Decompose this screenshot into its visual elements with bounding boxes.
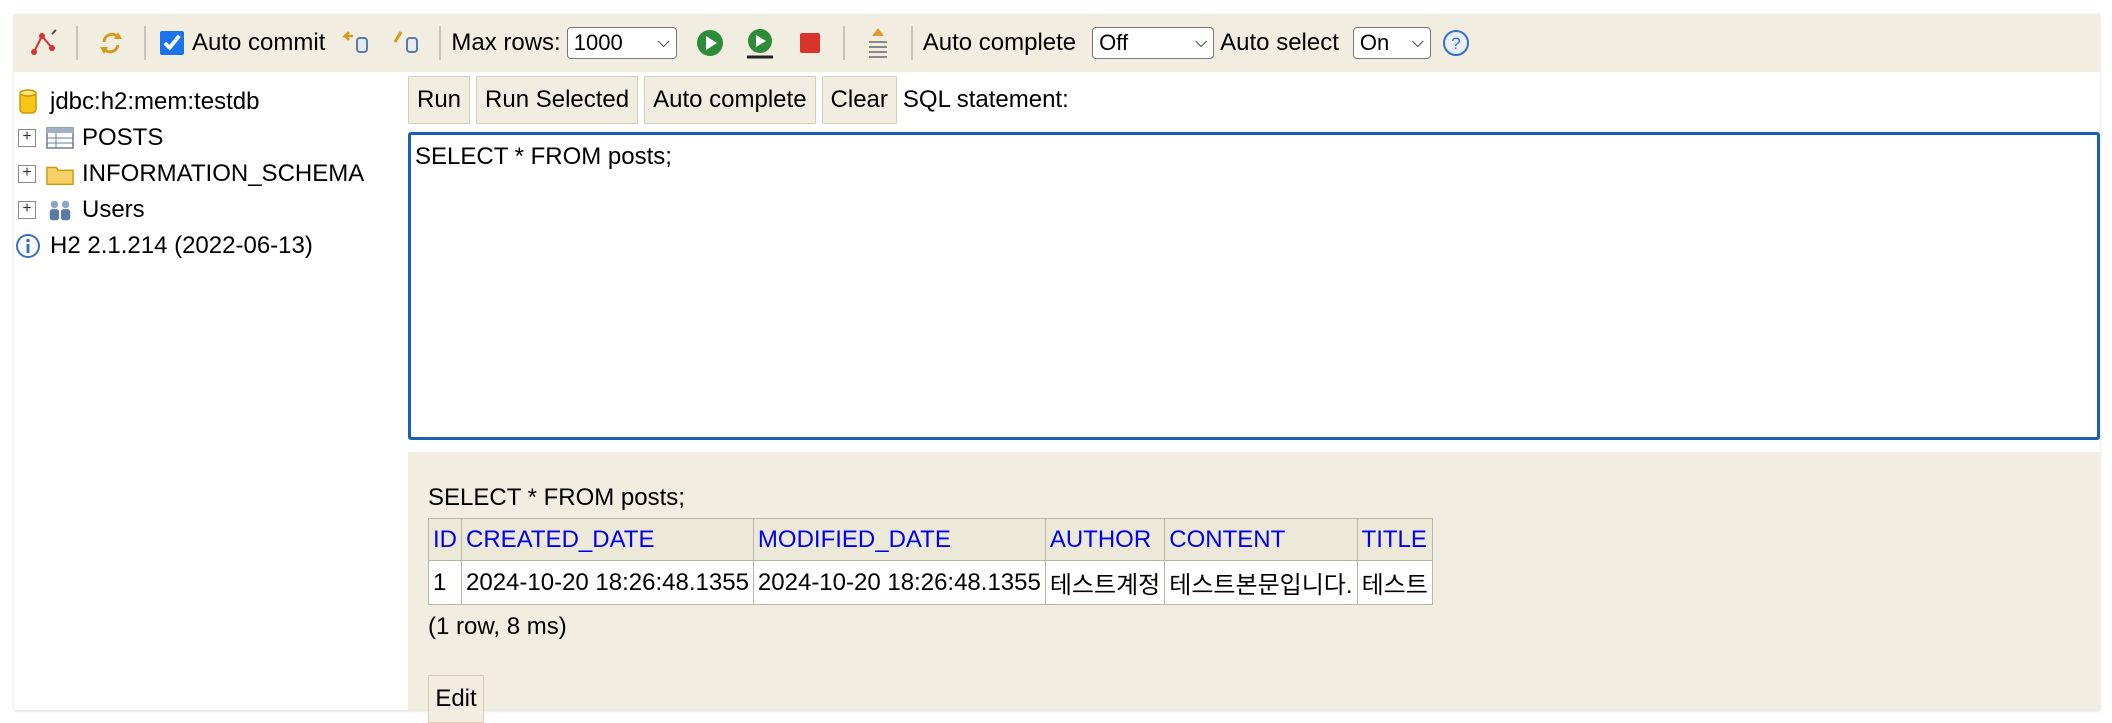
tree-item-label: POSTS bbox=[82, 124, 164, 151]
database-icon bbox=[14, 88, 42, 116]
sql-editor-text: SELECT * FROM posts; bbox=[415, 143, 672, 170]
connection-url: jdbc:h2:mem:testdb bbox=[50, 88, 260, 115]
tree-item-label: INFORMATION_SCHEMA bbox=[82, 160, 365, 187]
auto-complete-value: Off bbox=[1099, 30, 1129, 55]
toolbar-separator bbox=[76, 26, 78, 60]
column-header[interactable]: MODIFIED_DATE bbox=[752, 518, 1046, 561]
auto-select-label: Auto select bbox=[1220, 29, 1339, 56]
toolbar-separator bbox=[910, 26, 913, 60]
expand-icon[interactable]: + bbox=[18, 201, 36, 219]
toolbar-separator bbox=[439, 26, 442, 60]
max-rows-value: 1000 bbox=[573, 30, 623, 55]
query-panel: Run Run Selected Auto complete Clear SQL… bbox=[408, 72, 2100, 452]
column-header[interactable]: AUTHOR bbox=[1044, 518, 1166, 561]
query-toolbar: Run Run Selected Auto complete Clear SQL… bbox=[408, 72, 2100, 128]
version-text: H2 2.1.214 (2022-06-13) bbox=[50, 232, 313, 259]
sql-statement-label: SQL statement: bbox=[902, 86, 1069, 113]
schema-tree: jdbc:h2:mem:testdb + POSTS + INFORMATION… bbox=[14, 72, 404, 710]
users-icon bbox=[46, 196, 74, 224]
table-cell: 테스트본문입니다. bbox=[1164, 560, 1358, 605]
expand-icon[interactable]: + bbox=[18, 129, 36, 147]
run-selected-button[interactable]: Run Selected bbox=[476, 76, 639, 124]
max-rows-select[interactable]: 1000 ⌵ bbox=[566, 27, 677, 59]
table-header-row: ID CREATED_DATE MODIFIED_DATE AUTHOR CON… bbox=[428, 518, 1433, 561]
table-cell: 테스트 bbox=[1356, 560, 1433, 605]
toolbar-separator bbox=[842, 26, 845, 60]
help-glyph: ? bbox=[1451, 34, 1460, 53]
column-header[interactable]: ID bbox=[428, 518, 462, 561]
history-icon[interactable] bbox=[861, 26, 895, 60]
folder-icon bbox=[46, 160, 74, 188]
disconnect-icon[interactable] bbox=[26, 26, 60, 60]
tree-version: H2 2.1.214 (2022-06-13) bbox=[14, 228, 404, 264]
expand-icon[interactable]: + bbox=[18, 165, 36, 183]
table-icon bbox=[46, 124, 74, 152]
run-button[interactable]: Run bbox=[408, 76, 471, 124]
max-rows-label: Max rows: bbox=[451, 29, 561, 56]
toolbar-separator bbox=[144, 26, 146, 60]
table-cell: 2024-10-20 18:26:48.1355 bbox=[752, 560, 1046, 605]
rollback-icon[interactable] bbox=[339, 26, 373, 60]
run-icon[interactable] bbox=[693, 26, 727, 60]
chevron-down-icon: ⌵ bbox=[657, 34, 670, 51]
tree-item-information-schema[interactable]: + INFORMATION_SCHEMA bbox=[14, 156, 404, 192]
h2-console-window: Auto commit Max rows: 1000 ⌵ Auto comple… bbox=[14, 14, 2100, 723]
edit-button[interactable]: Edit bbox=[428, 675, 484, 723]
commit-icon[interactable] bbox=[389, 26, 423, 60]
stop-icon[interactable] bbox=[793, 26, 827, 60]
chevron-down-icon: ⌵ bbox=[1411, 34, 1424, 51]
results-panel: SELECT * FROM posts; ID CREATED_DATE MOD… bbox=[408, 452, 2100, 723]
table-cell: 1 bbox=[428, 560, 462, 605]
auto-commit-checkbox[interactable] bbox=[160, 31, 184, 55]
result-info: (1 row, 8 ms) bbox=[428, 613, 567, 640]
auto-select-value: On bbox=[1359, 30, 1390, 55]
tree-item-label: Users bbox=[82, 196, 145, 223]
help-icon[interactable]: ? bbox=[1439, 26, 1473, 60]
result-sql-text: SELECT * FROM posts; bbox=[428, 484, 685, 511]
auto-complete-button[interactable]: Auto complete bbox=[644, 76, 816, 124]
auto-commit-label: Auto commit bbox=[192, 29, 326, 56]
table-row: 1 2024-10-20 18:26:48.1355 2024-10-20 18… bbox=[428, 560, 1433, 605]
tree-connection[interactable]: jdbc:h2:mem:testdb bbox=[14, 84, 404, 120]
auto-complete-label: Auto complete bbox=[922, 29, 1077, 56]
clear-button[interactable]: Clear bbox=[821, 76, 897, 124]
info-icon bbox=[14, 232, 42, 260]
result-table: ID CREATED_DATE MODIFIED_DATE AUTHOR CON… bbox=[428, 518, 1433, 605]
column-header[interactable]: CREATED_DATE bbox=[461, 518, 754, 561]
chevron-down-icon: ⌵ bbox=[1195, 34, 1208, 51]
column-header[interactable]: CONTENT bbox=[1164, 518, 1358, 561]
run-selected-icon[interactable] bbox=[743, 26, 777, 60]
column-header[interactable]: TITLE bbox=[1356, 518, 1433, 561]
table-cell: 2024-10-20 18:26:48.1355 bbox=[461, 560, 754, 605]
auto-complete-select[interactable]: Off ⌵ bbox=[1092, 27, 1215, 59]
auto-select-select[interactable]: On ⌵ bbox=[1352, 27, 1431, 59]
toolbar: Auto commit Max rows: 1000 ⌵ Auto comple… bbox=[14, 14, 2100, 72]
refresh-icon[interactable] bbox=[94, 26, 128, 60]
table-cell: 테스트계정 bbox=[1044, 560, 1166, 605]
sql-editor[interactable]: SELECT * FROM posts; bbox=[408, 132, 2100, 440]
tree-item-posts[interactable]: + POSTS bbox=[14, 120, 404, 156]
tree-item-users[interactable]: + Users bbox=[14, 192, 404, 228]
